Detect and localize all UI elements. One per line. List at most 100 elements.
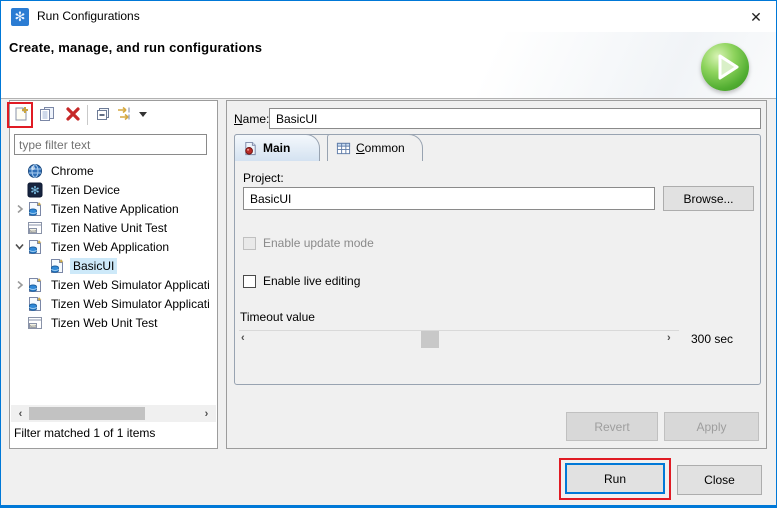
tizen-device-icon: ✻	[27, 182, 43, 198]
common-tab-icon	[336, 141, 351, 156]
revert-button: Revert	[566, 412, 658, 441]
window-title: Run Configurations	[37, 9, 140, 23]
timeout-slider-thumb[interactable]	[421, 331, 439, 348]
delete-configuration-button[interactable]	[63, 104, 83, 124]
name-label-rest: ame:	[243, 112, 270, 126]
red-x-icon	[65, 106, 81, 122]
chevron-right-icon[interactable]	[12, 277, 27, 292]
tizen-app-icon: ✦	[27, 201, 43, 217]
project-label: Project:	[243, 171, 284, 185]
expander-spacer	[12, 296, 27, 311]
browse-button[interactable]: Browse...	[663, 186, 754, 211]
green-play-icon	[701, 43, 749, 91]
tree-item-label: Tizen Web Application	[48, 239, 172, 255]
timeout-value-text: 300 sec	[691, 332, 733, 346]
expander-spacer	[12, 315, 27, 330]
tree-item-tizen-web-simulator-application-1[interactable]: ✦ Tizen Web Simulator Applicati	[12, 275, 216, 294]
scroll-right-icon[interactable]: ›	[199, 406, 214, 421]
timeout-slider-track[interactable]	[239, 330, 679, 331]
filter-status-text: Filter matched 1 of 1 items	[14, 426, 155, 440]
svg-text:✦: ✦	[58, 258, 64, 266]
svg-text:✦: ✦	[36, 296, 42, 304]
svg-text:✻: ✻	[30, 185, 39, 197]
tab-folder	[234, 134, 761, 385]
tizen-app-logo-icon: ✻	[11, 8, 29, 26]
tree-item-tizen-native-unit-test[interactable]: test Tizen Native Unit Test	[12, 218, 216, 237]
scrollbar-thumb[interactable]	[29, 407, 145, 420]
name-input[interactable]	[269, 108, 761, 129]
tree-item-chrome[interactable]: Chrome	[12, 161, 216, 180]
tab-common-mnemonic: C	[356, 141, 365, 155]
filter-dropdown-caret-icon[interactable]	[139, 112, 147, 117]
project-input[interactable]	[243, 187, 655, 210]
filter-input[interactable]	[14, 134, 207, 155]
tizen-app-icon: ✦	[27, 296, 43, 312]
tab-common[interactable]: Common	[327, 134, 423, 161]
run-configurations-dialog: ✻ Run Configurations ✕ Create, manage, a…	[0, 0, 777, 508]
tree-item-label: Chrome	[48, 163, 97, 179]
duplicate-configuration-button[interactable]	[37, 104, 57, 124]
title-bar: ✻ Run Configurations ✕	[1, 1, 776, 32]
tizen-app-icon: ✦	[27, 239, 43, 255]
expander-spacer	[12, 220, 27, 235]
tree-item-basicui[interactable]: ✦ BasicUI	[12, 256, 216, 275]
apply-button: Apply	[664, 412, 759, 441]
chevron-down-icon[interactable]	[12, 239, 27, 254]
svg-text:test: test	[30, 229, 36, 233]
close-button[interactable]: Close	[677, 465, 762, 495]
tab-common-rest: ommon	[365, 141, 405, 155]
window-close-button[interactable]: ✕	[743, 6, 769, 28]
chevron-right-icon[interactable]	[12, 201, 27, 216]
svg-text:✦: ✦	[36, 277, 42, 285]
expander-spacer	[12, 182, 27, 197]
tree-item-tizen-native-application[interactable]: ✦ Tizen Native Application	[12, 199, 216, 218]
collapse-all-icon	[95, 106, 111, 122]
svg-text:test: test	[30, 324, 36, 328]
name-label-mnemonic: N	[234, 112, 243, 126]
tree-item-tizen-web-application[interactable]: ✦ Tizen Web Application	[12, 237, 216, 256]
timeout-value-label: Timeout value	[240, 310, 315, 324]
tree-horizontal-scrollbar[interactable]: ‹ ›	[11, 405, 216, 422]
tizen-app-icon: ✦	[49, 258, 65, 274]
toolbar-separator	[87, 105, 88, 125]
expander-spacer	[12, 163, 27, 178]
tree-item-tizen-device[interactable]: ✻ Tizen Device	[12, 180, 216, 199]
tree-item-label: Tizen Native Unit Test	[48, 220, 170, 236]
chrome-globe-icon	[27, 163, 43, 179]
enable-update-mode-label: Enable update mode	[263, 236, 374, 250]
tree-item-tizen-web-unit-test[interactable]: test Tizen Web Unit Test	[12, 313, 216, 332]
tab-main[interactable]: Main	[234, 134, 320, 161]
header-separator	[1, 98, 776, 99]
tree-item-label: Tizen Device	[48, 182, 123, 198]
collapse-all-button[interactable]	[93, 104, 113, 124]
name-label: Name:	[234, 112, 269, 126]
main-tab-icon	[243, 141, 258, 156]
new-configuration-button[interactable]	[11, 104, 31, 124]
enable-live-editing-checkbox[interactable]	[243, 275, 256, 288]
tab-common-label: Common	[356, 141, 405, 155]
slider-increase-icon[interactable]: ›	[667, 332, 671, 344]
expander-spacer	[34, 258, 49, 273]
slider-decrease-icon[interactable]: ‹	[241, 332, 245, 344]
tizen-app-icon: ✦	[27, 277, 43, 293]
enable-update-mode-checkbox	[243, 237, 256, 250]
tab-main-label: Main	[263, 141, 290, 155]
new-page-plus-icon	[13, 106, 29, 122]
enable-live-editing-label: Enable live editing	[263, 274, 360, 288]
dialog-subtitle: Create, manage, and run configurations	[9, 40, 262, 55]
tree-item-label: Tizen Web Unit Test	[48, 315, 161, 331]
tree-item-tizen-web-simulator-application-2[interactable]: ✦ Tizen Web Simulator Applicati	[12, 294, 216, 313]
copy-pages-icon	[39, 106, 55, 122]
tree-item-label: Tizen Web Simulator Applicati	[48, 277, 213, 293]
scroll-left-icon[interactable]: ‹	[13, 406, 28, 421]
svg-text:✦: ✦	[36, 239, 42, 247]
svg-text:✦: ✦	[36, 201, 42, 209]
tree-item-label: Tizen Native Application	[48, 201, 182, 217]
tree-item-label: Tizen Web Simulator Applicati	[48, 296, 213, 312]
header-banner: Create, manage, and run configurations	[1, 32, 776, 99]
unit-test-icon: test	[27, 220, 43, 236]
run-button[interactable]: Run	[565, 463, 665, 494]
tree-item-label-selected: BasicUI	[70, 258, 117, 274]
unit-test-icon: test	[27, 315, 43, 331]
filter-button[interactable]	[115, 104, 135, 124]
